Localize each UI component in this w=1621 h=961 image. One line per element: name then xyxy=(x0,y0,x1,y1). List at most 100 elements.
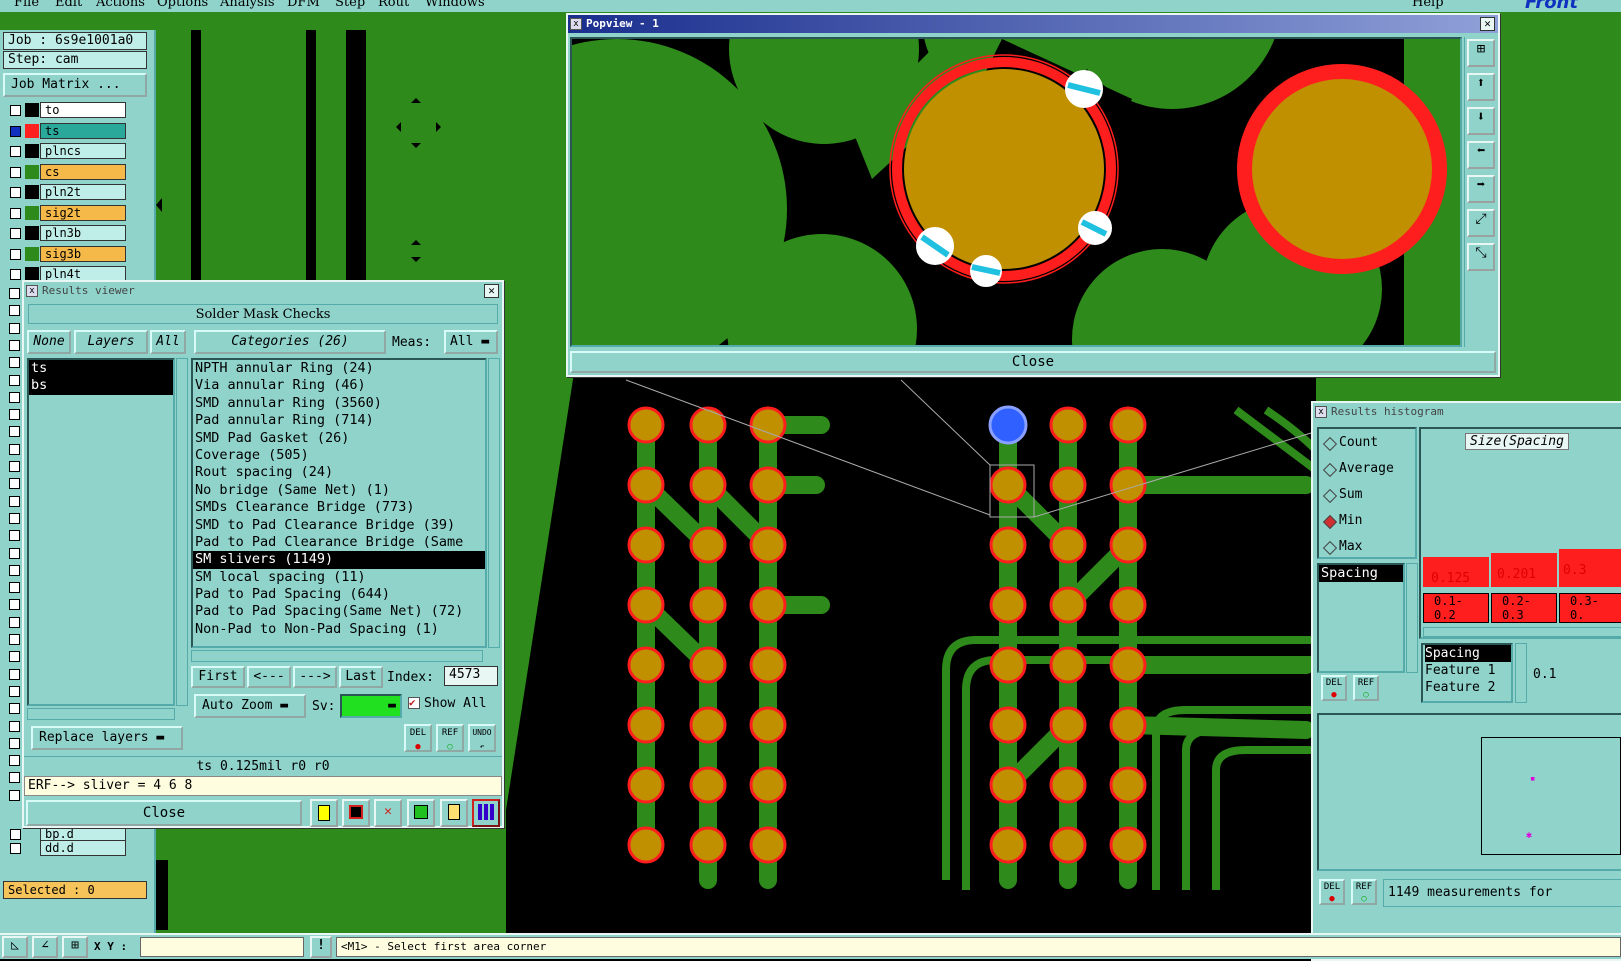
menu-file[interactable]: File xyxy=(14,0,39,10)
layer-row-cs[interactable]: ✎cs xyxy=(8,163,126,180)
option-average[interactable]: Average xyxy=(1339,461,1394,476)
pad[interactable] xyxy=(989,526,1027,564)
category-item[interactable]: SMD Pad Gasket (26) xyxy=(193,430,485,447)
popview-close-button[interactable]: Close xyxy=(570,351,1496,373)
pad[interactable] xyxy=(627,586,665,624)
category-scrollbar[interactable] xyxy=(488,358,500,648)
layer-checkbox[interactable] xyxy=(10,207,21,219)
pad[interactable] xyxy=(689,826,727,864)
del-button[interactable]: DEL ● xyxy=(404,724,432,752)
pad[interactable] xyxy=(989,466,1027,504)
pad[interactable] xyxy=(689,406,727,444)
layer-checkbox[interactable] xyxy=(10,248,21,260)
layer-checkbox[interactable] xyxy=(9,755,20,767)
layer-checkbox[interactable] xyxy=(9,339,20,351)
category-item[interactable]: SM local spacing (11) xyxy=(193,569,485,586)
histogram-titlebar[interactable]: x Results histogram xyxy=(1313,403,1621,421)
pad[interactable] xyxy=(689,466,727,504)
pad[interactable] xyxy=(1109,406,1147,444)
layer-checkbox[interactable] xyxy=(9,478,20,490)
layer-checkbox[interactable] xyxy=(9,651,20,663)
layer-checkbox[interactable] xyxy=(9,720,20,732)
prev-button[interactable]: <--- xyxy=(247,666,291,688)
pan-up-icon[interactable]: ⬆ xyxy=(1467,73,1495,101)
layer-checkbox[interactable] xyxy=(9,512,20,524)
layer-checkbox[interactable] xyxy=(9,530,20,542)
layer-checkbox[interactable] xyxy=(9,409,20,421)
menu-options[interactable]: Options xyxy=(157,0,208,10)
layer-list-scrollbar[interactable] xyxy=(176,358,188,706)
layer-checkbox[interactable] xyxy=(9,703,20,715)
pad[interactable] xyxy=(1109,766,1147,804)
layer-checkbox[interactable] xyxy=(9,634,20,645)
undo-button[interactable]: UNDO ↶ xyxy=(468,724,496,752)
layer-row-sig3b[interactable]: ✎sig3b xyxy=(8,245,126,262)
xy-input[interactable] xyxy=(140,937,304,957)
layer-checkbox[interactable] xyxy=(9,668,20,680)
menu-help[interactable]: Help xyxy=(1412,0,1444,10)
replace-layers-dropdown[interactable]: Replace layers ▬ xyxy=(31,726,183,750)
next-button[interactable]: ---> xyxy=(293,666,337,688)
all-button[interactable]: All xyxy=(150,330,186,354)
layer-row-ts[interactable]: ✎ts xyxy=(8,122,126,139)
pad[interactable] xyxy=(749,826,787,864)
layer-checkbox[interactable] xyxy=(9,789,20,801)
category-list[interactable]: NPTH annular Ring (24) Via annular Ring (… xyxy=(191,358,487,648)
pad[interactable] xyxy=(627,766,665,804)
close-icon[interactable]: ✕ xyxy=(484,284,499,298)
pad[interactable] xyxy=(1109,706,1147,744)
delete-result-icon[interactable]: ✕ xyxy=(374,799,402,827)
layer-checkbox[interactable] xyxy=(10,125,21,137)
zoom-in-icon[interactable]: ⤢ xyxy=(1467,209,1495,237)
pad[interactable] xyxy=(1109,526,1147,564)
histogram-bin[interactable]: 0.2- 0.3 xyxy=(1491,593,1557,623)
pad[interactable] xyxy=(627,466,665,504)
pad[interactable] xyxy=(989,646,1027,684)
zoom-home-icon[interactable]: ⊞ xyxy=(1467,39,1495,67)
pad[interactable] xyxy=(1049,586,1087,624)
pad[interactable] xyxy=(627,826,665,864)
layer-row-plncs[interactable]: plncs xyxy=(8,143,126,159)
job-matrix-button[interactable]: Job Matrix ... xyxy=(3,73,147,97)
grid-icon[interactable]: ⊞ xyxy=(62,936,88,958)
pad[interactable] xyxy=(1109,646,1147,684)
detail-scrollbar[interactable] xyxy=(1515,643,1527,703)
menu-edit[interactable]: Edit xyxy=(55,0,82,10)
pan-left-icon[interactable]: ⬅ xyxy=(1467,141,1495,169)
pad[interactable] xyxy=(989,766,1027,804)
pad[interactable] xyxy=(989,586,1027,624)
histogram-icon[interactable] xyxy=(472,799,500,827)
meas-dropdown[interactable]: All ▬ xyxy=(444,330,498,354)
layers-button[interactable]: Layers xyxy=(74,330,148,354)
category-item[interactable]: No bridge (Same Net) (1) xyxy=(193,482,485,499)
detail-list[interactable]: Spacing Feature 1 Feature 2 xyxy=(1421,643,1513,703)
pan-right-icon[interactable]: ➡ xyxy=(1467,175,1495,203)
category-item[interactable]: Pad to Pad Spacing (644) xyxy=(193,586,485,603)
category-item[interactable]: SMDs Clearance Bridge (773) xyxy=(193,499,485,516)
pad[interactable] xyxy=(1049,706,1087,744)
layer-checkbox[interactable] xyxy=(9,288,20,299)
pad[interactable] xyxy=(749,466,787,504)
popview-titlebar[interactable]: x Popview - 1 ✕ xyxy=(568,15,1498,33)
index-input[interactable]: 4573 xyxy=(444,666,498,686)
report-icon[interactable] xyxy=(310,799,338,827)
option-min[interactable]: Min xyxy=(1339,513,1362,528)
pad[interactable] xyxy=(689,706,727,744)
category-item[interactable]: Coverage (505) xyxy=(193,447,485,464)
layer-row-sig2t[interactable]: ✎sig2t xyxy=(8,204,126,221)
option-count[interactable]: Count xyxy=(1339,435,1378,450)
category-item[interactable]: Non-Pad to Non-Pad Spacing (1) xyxy=(193,621,485,638)
close-icon[interactable]: ✕ xyxy=(1480,17,1495,31)
list-item[interactable]: Spacing xyxy=(1319,565,1403,583)
category-item[interactable]: Via annular Ring (46) xyxy=(193,377,485,394)
pad[interactable] xyxy=(627,526,665,564)
category-item[interactable]: Rout spacing (24) xyxy=(193,464,485,481)
layer-checkbox[interactable] xyxy=(9,305,20,317)
layer-checkbox[interactable] xyxy=(9,685,20,697)
results-viewer-titlebar[interactable]: x Results viewer ✕ xyxy=(24,282,502,300)
export-icon[interactable] xyxy=(407,799,435,827)
histogram-bin[interactable]: 0.3- 0. xyxy=(1559,593,1621,623)
layer-checkbox[interactable] xyxy=(10,187,21,198)
close-button[interactable]: Close xyxy=(26,800,302,826)
pad[interactable] xyxy=(1049,526,1087,564)
